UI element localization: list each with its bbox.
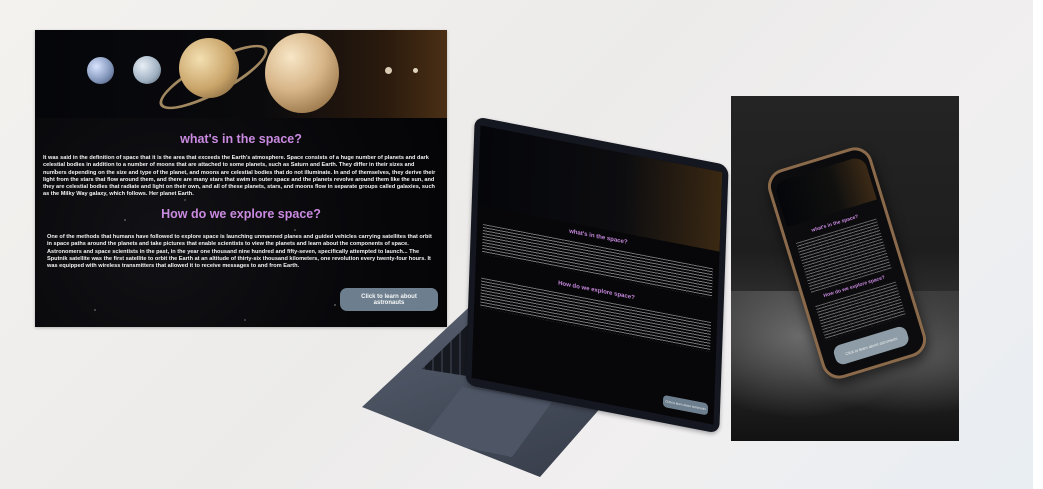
planet-icon — [87, 57, 114, 84]
saturn-icon — [179, 38, 239, 98]
page-edge — [1033, 0, 1043, 489]
jupiter-icon — [265, 33, 339, 113]
desktop-mockup: what's in the space? It was said in the … — [35, 30, 447, 327]
laptop-screen-content: what's in the space? How do we explore s… — [471, 125, 723, 425]
section-heading-space: what's in the space? — [180, 132, 302, 146]
moon-icon — [385, 67, 392, 74]
section-paragraph-space: It was said in the definition of space t… — [43, 155, 436, 198]
astronauts-button[interactable]: Click to learn about astronauts — [340, 288, 438, 311]
laptop-astronauts-button[interactable]: Click to learn about astronauts — [662, 394, 709, 416]
laptop-screen: what's in the space? How do we explore s… — [465, 116, 729, 434]
section-paragraph-explore: One of the methods that humans have foll… — [47, 234, 432, 270]
section-heading-explore: How do we explore space? — [161, 207, 321, 221]
planet-icon — [133, 56, 161, 84]
phone-mockup-panel: what's in the space? How do we explore s… — [731, 96, 959, 441]
moon-icon — [413, 68, 418, 73]
planets-banner — [35, 30, 447, 121]
